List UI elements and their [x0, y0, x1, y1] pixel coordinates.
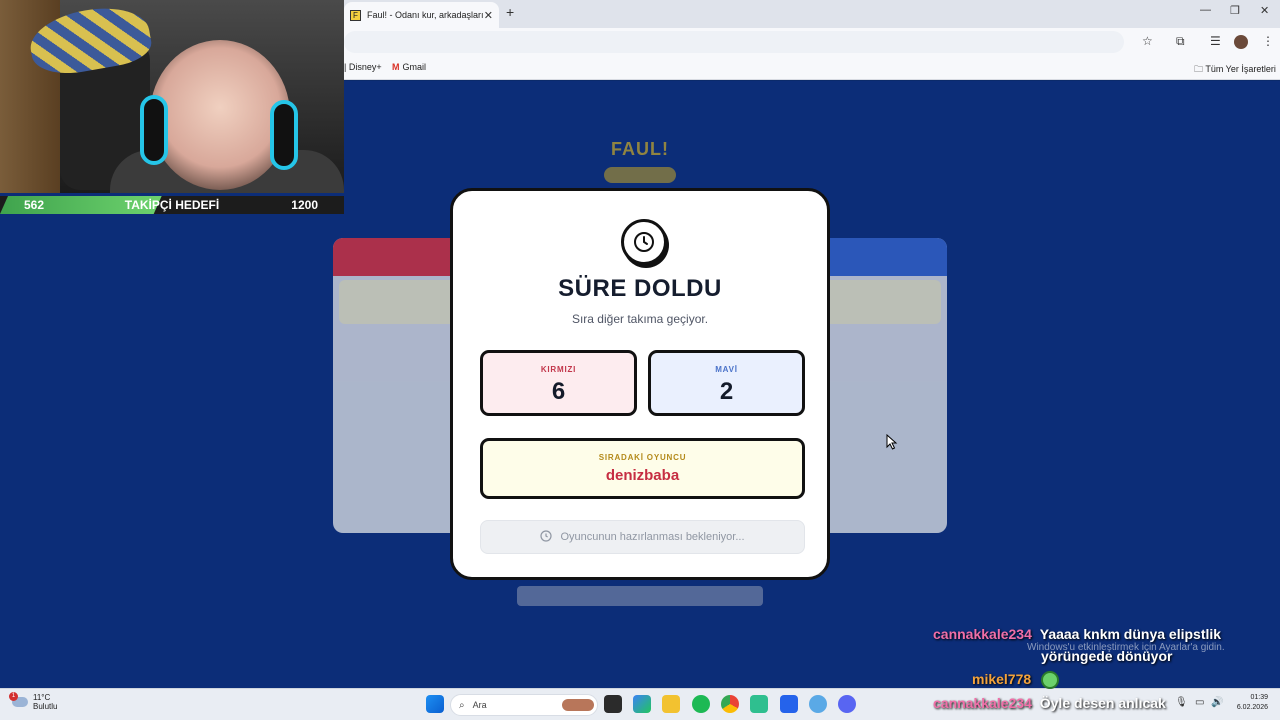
red-score-label: KIRMIZI: [540, 365, 577, 374]
network-icon[interactable]: ▭: [1195, 697, 1204, 708]
browser-tab[interactable]: F Faul! - Odanı kur, arkadaşlarını ✕: [344, 2, 499, 28]
minimize-icon[interactable]: —: [1200, 4, 1211, 16]
tray-time: 01:39: [1250, 694, 1268, 701]
bookmark-gmail[interactable]: M Gmail: [392, 62, 426, 72]
webcam-overlay: [0, 0, 344, 193]
game-logo: FAUL!: [611, 139, 669, 159]
blue-score-value: 2: [719, 378, 734, 405]
mouse-cursor-icon: [886, 433, 898, 455]
follower-goal-target: 1200: [291, 198, 318, 212]
red-score-value: 6: [551, 378, 566, 405]
weather-widget[interactable]: 1 11°C Bulutlu: [9, 692, 58, 711]
game-bottom-bar: [517, 586, 763, 606]
media-control-icon[interactable]: ☰: [1210, 34, 1221, 48]
streamer-face: [150, 40, 290, 190]
waiting-status-button: Oyuncunun hazırlanması bekleniyor...: [480, 520, 805, 554]
file-explorer-icon[interactable]: [662, 695, 680, 713]
notepad-icon[interactable]: [780, 695, 798, 713]
time-up-modal: SÜRE DOLDU Sıra diğer takıma geçiyor. KI…: [450, 188, 830, 580]
weather-desc: Bulutlu: [33, 702, 58, 711]
next-player-card: SIRADAKİ OYUNCU denizbaba: [480, 438, 805, 499]
clock-tray[interactable]: 01:39 6.02.2026: [1237, 693, 1268, 713]
volume-icon[interactable]: 🔊: [1211, 697, 1223, 708]
next-player-label: SIRADAKİ OYUNCU: [598, 453, 687, 462]
modal-title: SÜRE DOLDU: [558, 275, 722, 302]
whatsapp-icon[interactable]: [750, 695, 768, 713]
close-window-icon[interactable]: ✕: [1260, 4, 1269, 17]
profile-avatar[interactable]: [1234, 35, 1248, 49]
address-bar[interactable]: [344, 31, 1124, 53]
weather-badge: 1: [9, 692, 18, 701]
headphone-left: [140, 95, 168, 165]
widgets-icon[interactable]: [633, 695, 651, 713]
waiting-text: Oyuncunun hazırlanması bekleniyor...: [560, 531, 745, 543]
settings-icon[interactable]: [809, 695, 827, 713]
red-score-card: KIRMIZI 6: [480, 350, 637, 416]
windows-start-icon[interactable]: [426, 695, 444, 713]
tray-date: 6.02.2026: [1236, 704, 1268, 711]
weather-temp: 11°C: [33, 693, 51, 702]
game-logo-pill: [604, 167, 676, 183]
next-player-name: denizbaba: [605, 467, 680, 484]
browser-tab-strip: F Faul! - Odanı kur, arkadaşlarını ✕ + —…: [344, 0, 1280, 28]
all-bookmarks[interactable]: 🗀 Tüm Yer İşaretleri: [1194, 62, 1276, 78]
extensions-icon[interactable]: ⧉: [1176, 34, 1185, 49]
bookmark-disney[interactable]: | Disney+: [344, 62, 382, 72]
cloud-icon: 1: [9, 692, 28, 707]
all-bookmarks-label: Tüm Yer İşaretleri: [1205, 64, 1276, 74]
faul-favicon: F: [350, 9, 361, 21]
tab-close-icon[interactable]: ✕: [484, 9, 493, 22]
restore-icon[interactable]: ❐: [1230, 4, 1240, 17]
clock-icon: [621, 219, 667, 265]
microphone-icon[interactable]: 🎙: [1175, 697, 1188, 708]
blue-score-card: MAVİ 2: [648, 350, 805, 416]
bookmarks-bar: | Disney+ M Gmail 🗀 Tüm Yer İşaretleri: [344, 55, 1280, 80]
browser-toolbar: ☆ ⧉ ☰ ⋮: [344, 28, 1280, 55]
menu-kebab-icon[interactable]: ⋮: [1262, 34, 1274, 48]
bookmark-star-icon[interactable]: ☆: [1142, 34, 1153, 48]
discord-icon[interactable]: [838, 695, 856, 713]
tab-title: Faul! - Odanı kur, arkadaşlarını: [367, 10, 484, 20]
headphone-right: [270, 100, 298, 170]
search-icon: ⌕: [459, 699, 465, 711]
search-placeholder: Ara: [472, 700, 487, 710]
bookmark-gmail-label: Gmail: [402, 62, 427, 72]
gmail-icon: M: [392, 62, 400, 72]
task-view-icon[interactable]: [604, 695, 622, 713]
new-tab-icon[interactable]: +: [506, 4, 514, 20]
modal-subtitle: Sıra diğer takıma geçiyor.: [571, 312, 709, 326]
search-highlight-icon: [562, 699, 594, 711]
windows-taskbar: 1 11°C Bulutlu ⌕ Ara 🎙 ▭ 🔊 01:39 6.02.20…: [0, 688, 1280, 720]
blue-score-label: MAVİ: [715, 365, 738, 374]
windows-activation-line1: Windows'u etkinleştirmek için Ayarlar'a …: [1027, 642, 1225, 653]
windows-activation-watermark: Windows'u etkinleştirmek için Ayarlar'a …: [1027, 642, 1225, 654]
clock-small-icon: [540, 529, 553, 545]
chrome-icon[interactable]: [721, 695, 739, 713]
follower-goal-bar: 562 TAKİPÇİ HEDEFİ 1200: [0, 196, 344, 214]
spotify-icon[interactable]: [692, 695, 710, 713]
